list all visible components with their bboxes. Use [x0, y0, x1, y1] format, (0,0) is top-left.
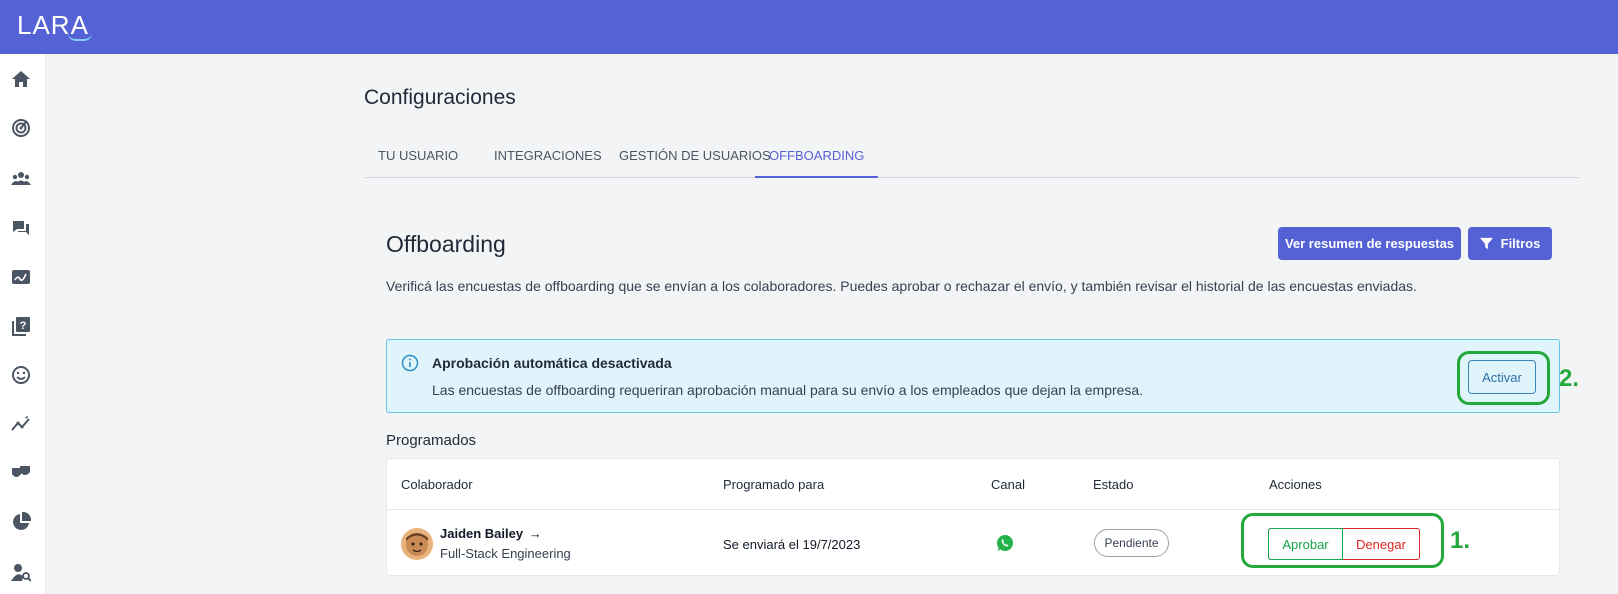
settings-tabs: TU USUARIO INTEGRACIONES GESTIÓN DE USUA…: [364, 140, 1580, 178]
help-book-icon[interactable]: ?: [11, 316, 31, 336]
collaborator-role: Full-Stack Engineering: [440, 546, 571, 561]
pie-chart-icon[interactable]: [11, 512, 31, 532]
section-title: Offboarding: [386, 231, 506, 257]
scheduled-title: Programados: [386, 432, 477, 449]
scheduled-date: Se enviará el 19/7/2023: [723, 537, 861, 552]
tab-tu-usuario[interactable]: TU USUARIO: [364, 140, 472, 178]
alert-title: Aprobación automática desactivada: [432, 355, 672, 371]
collaborator-name-text: Jaiden Bailey: [440, 526, 524, 541]
signature-icon[interactable]: [11, 267, 31, 287]
highlight-activate: [1457, 351, 1550, 405]
user-search-icon[interactable]: [11, 562, 31, 582]
status-badge: Pendiente: [1094, 529, 1169, 557]
alert-text: Las encuestas de offboarding requeriran …: [432, 382, 1144, 398]
annotation-two: 2.: [1559, 365, 1580, 392]
header-divider: [387, 509, 1559, 510]
header-collaborator: Colaborador: [401, 477, 473, 492]
chat-icon[interactable]: [11, 218, 31, 238]
svg-text:?: ?: [20, 320, 27, 332]
people-icon[interactable]: [11, 168, 31, 188]
avatar: [401, 528, 433, 560]
whatsapp-icon: [997, 535, 1013, 551]
header-channel: Canal: [991, 477, 1025, 492]
header-status: Estado: [1093, 477, 1134, 492]
home-icon[interactable]: [11, 69, 31, 89]
tab-integraciones[interactable]: INTEGRACIONES: [480, 140, 616, 178]
info-icon: [401, 354, 419, 372]
masks-icon[interactable]: [11, 463, 31, 483]
arrow-right-icon: →: [528, 526, 542, 541]
view-summary-button[interactable]: Ver resumen de respuestas: [1278, 227, 1461, 260]
header-actions: Acciones: [1269, 477, 1322, 492]
top-bar: LARA: [0, 0, 1618, 54]
section-description: Verificá las encuestas de offboarding qu…: [386, 278, 1417, 294]
trend-icon[interactable]: [11, 414, 31, 434]
collaborator-name[interactable]: Jaiden Bailey →: [440, 526, 542, 541]
tab-offboarding[interactable]: OFFBOARDING: [755, 140, 879, 178]
annotation-one: 1.: [1450, 527, 1471, 554]
header-scheduled-for: Programado para: [723, 477, 825, 492]
auto-approval-alert: Aprobación automática desactivada Las en…: [386, 339, 1560, 413]
smile-icon[interactable]: [11, 365, 31, 385]
filters-button[interactable]: Filtros: [1468, 227, 1552, 260]
filter-icon: [1479, 237, 1493, 250]
filters-label: Filtros: [1500, 236, 1541, 251]
page-title: Configuraciones: [364, 86, 516, 109]
highlight-actions: [1241, 513, 1444, 568]
sidebar: ?: [0, 54, 46, 594]
radar-icon[interactable]: [11, 118, 31, 138]
